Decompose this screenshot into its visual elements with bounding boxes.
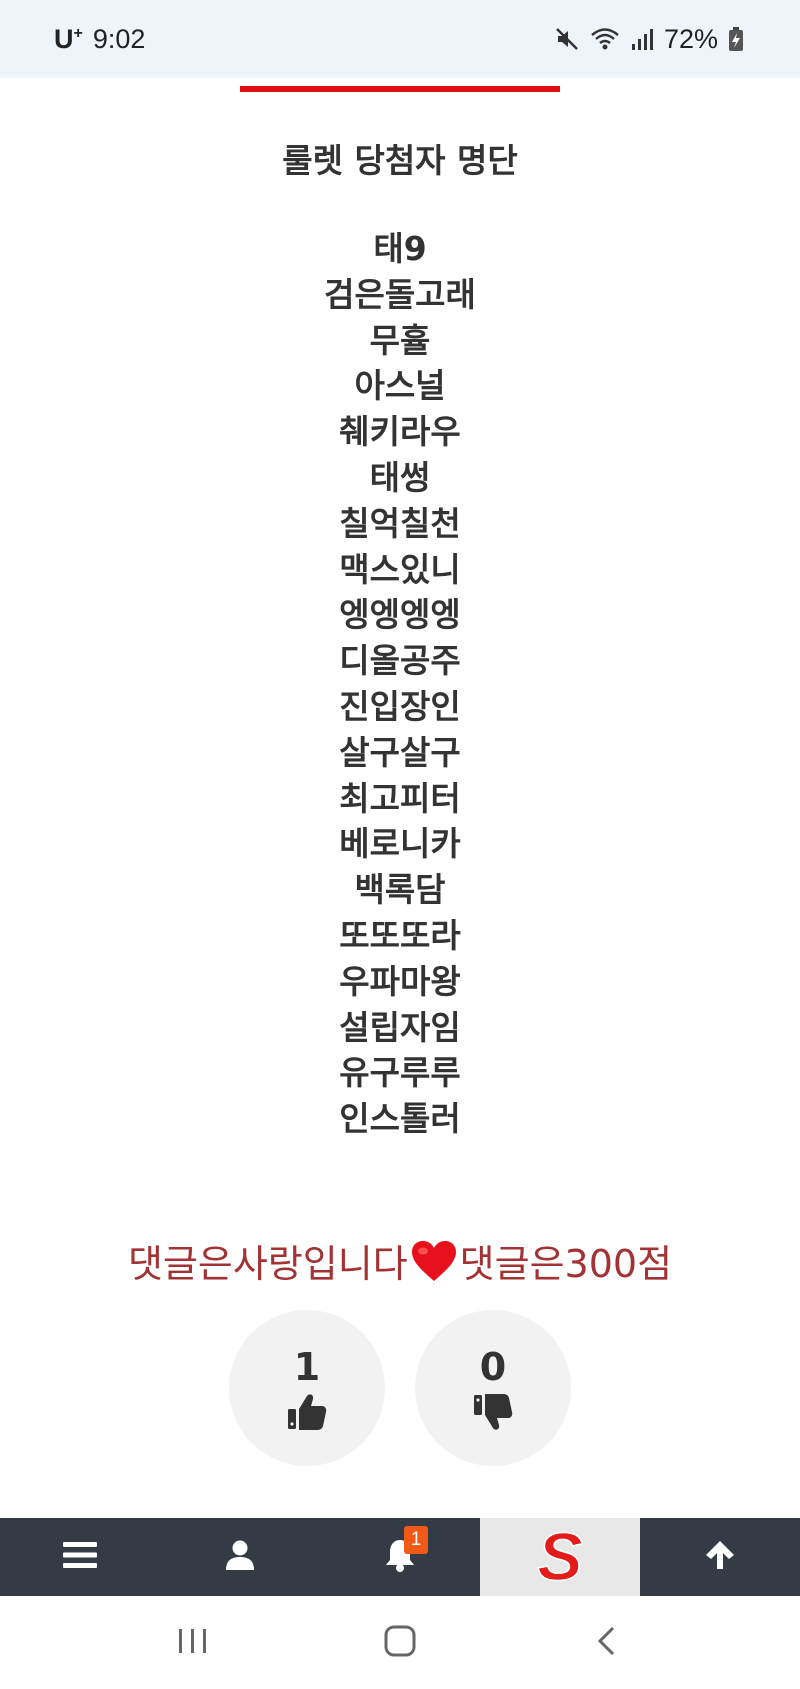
list-item: 인스톨러 xyxy=(339,1099,461,1139)
thumbs-up-icon xyxy=(287,1389,327,1431)
list-item: 최고피터 xyxy=(339,778,461,818)
menu-button[interactable] xyxy=(0,1518,160,1596)
user-icon xyxy=(226,1540,254,1574)
arrow-up-icon xyxy=(704,1539,736,1575)
list-item: 아스널 xyxy=(354,366,446,406)
comment-note-left: 댓글은사랑입니다 xyxy=(127,1242,408,1286)
list-item: 췌키라우 xyxy=(339,412,461,452)
svg-text:S: S xyxy=(537,1522,582,1588)
mute-icon xyxy=(554,26,580,52)
home-icon xyxy=(383,1624,417,1662)
profile-button[interactable] xyxy=(160,1518,320,1596)
site-logo: S xyxy=(530,1518,590,1596)
bottom-nav-bar: 1 S xyxy=(0,1518,800,1596)
winner-list: 태9 검은돌고래 무휼 아스널 췌키라우 태썽 칠억칠천 맥스있니 엥엥엥엥 디… xyxy=(0,226,800,1142)
list-item: 진입장인 xyxy=(339,686,461,726)
home-button[interactable] xyxy=(360,1613,440,1673)
notifications-button[interactable]: 1 xyxy=(320,1518,480,1596)
downvote-count: 0 xyxy=(479,1345,507,1389)
comment-note-right: 댓글은300점 xyxy=(459,1242,673,1286)
upvote-count: 1 xyxy=(293,1345,321,1389)
status-time: 9:02 xyxy=(92,23,146,54)
list-item: 백록담 xyxy=(354,870,446,910)
battery-charging-icon xyxy=(728,26,744,52)
status-right: 72% xyxy=(554,24,744,55)
site-logo-button[interactable]: S xyxy=(480,1518,640,1596)
list-item: 설립자임 xyxy=(339,1007,461,1047)
list-item: 우파마왕 xyxy=(339,961,461,1001)
list-item: 살구살구 xyxy=(339,732,461,772)
list-item: 태9 xyxy=(373,229,427,268)
notification-badge: 1 xyxy=(404,1526,428,1554)
recent-apps-icon xyxy=(177,1627,209,1659)
status-left: U+ 9:02 xyxy=(54,24,145,55)
list-item: 디올공주 xyxy=(339,641,461,681)
cut-off-red-heading xyxy=(0,78,800,102)
list-item: 태썽 xyxy=(369,457,431,497)
downvote-button[interactable]: 0 xyxy=(415,1310,571,1466)
scroll-top-button[interactable] xyxy=(640,1518,800,1596)
system-nav-bar xyxy=(0,1596,800,1689)
wifi-icon xyxy=(590,26,620,52)
vote-buttons: 1 0 xyxy=(0,1310,800,1466)
list-item: 베로니카 xyxy=(339,824,461,864)
list-item: 유구루루 xyxy=(339,1053,461,1093)
winner-list-title: 룰렛 당첨자 명단 xyxy=(282,141,518,180)
upvote-button[interactable]: 1 xyxy=(229,1310,385,1466)
battery-percent: 72% xyxy=(663,23,718,54)
list-item: 칠억칠천 xyxy=(339,503,461,543)
list-item: 엥엥엥엥 xyxy=(339,595,461,635)
heart-icon xyxy=(410,1239,458,1283)
thumbs-down-icon xyxy=(473,1389,513,1431)
signal-icon xyxy=(630,26,654,52)
back-chevron-icon xyxy=(595,1625,619,1661)
recent-apps-button[interactable] xyxy=(153,1613,233,1673)
list-item: 또또또라 xyxy=(339,915,461,955)
comment-note: 댓글은사랑입니다 댓글은300점 xyxy=(0,1233,800,1288)
hamburger-menu-icon xyxy=(63,1541,97,1573)
status-bar: U+ 9:02 72% xyxy=(0,0,800,78)
list-item: 무휼 xyxy=(369,320,431,360)
back-button[interactable] xyxy=(567,1613,647,1673)
list-item: 맥스있니 xyxy=(339,549,461,589)
carrier-label: U+ xyxy=(54,23,83,54)
post-content: 룰렛 당첨자 명단 태9 검은돌고래 무휼 아스널 췌키라우 태썽 칠억칠천 맥… xyxy=(0,78,800,1518)
list-item: 검은돌고래 xyxy=(324,274,476,314)
partially-hidden-avatars xyxy=(30,1510,170,1518)
